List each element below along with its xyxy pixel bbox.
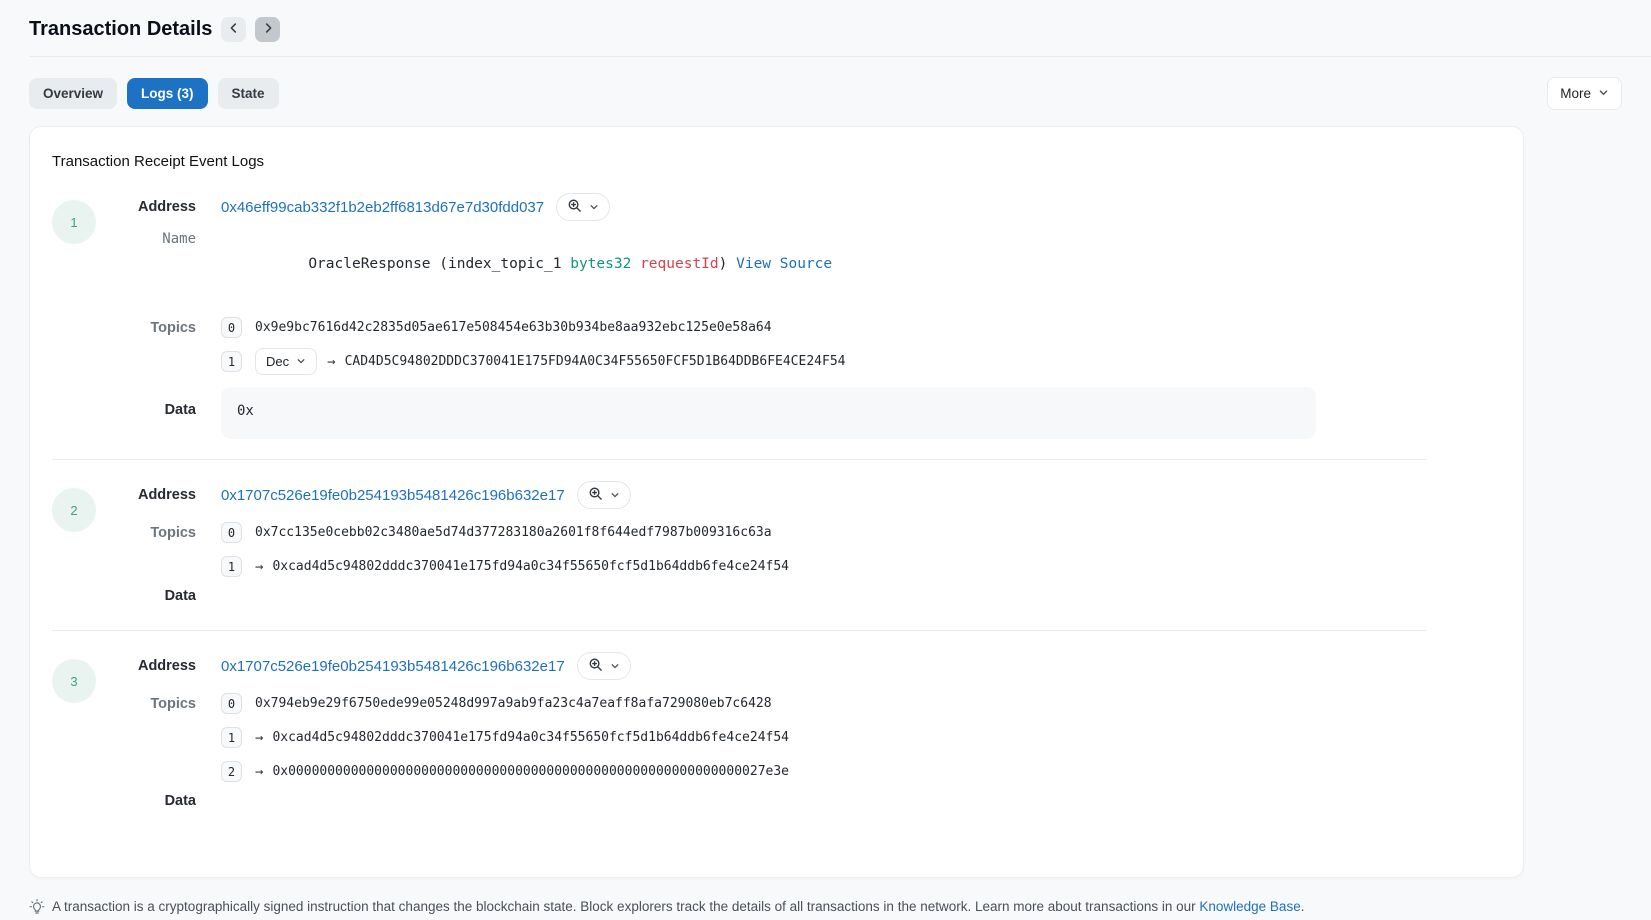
more-label: More [1560,86,1591,101]
chevron-down-icon [296,354,306,369]
lightbulb-tip-icon [29,899,45,920]
log-entry-2: 2 Address 0x1707c526e19fe0b254193b548142… [52,480,1523,610]
arrow-right-icon: → [255,559,263,575]
topic-value: 0x794eb9e29f6750ede99e05248d997a9ab9fa23… [255,696,772,711]
event-logs-card: Transaction Receipt Event Logs 1 Address… [29,126,1524,878]
event-param-type: bytes32 [570,256,631,272]
topic-value: 0xcad4d5c94802dddc370041e175fd94a0c34f55… [272,559,789,574]
data-value-box: 0x [221,387,1316,439]
data-label: Data [96,387,196,418]
data-row: Data [96,793,1523,815]
event-signature-text: OracleResponse (index_topic_1 [308,256,570,272]
magnifier-plus-icon [567,198,582,216]
data-label: Data [96,793,196,809]
topics-label: Topics [96,525,196,541]
page-footer: A transaction is a cryptographically sig… [29,898,1622,920]
topic-row: 2 → 0x0000000000000000000000000000000000… [96,758,1523,785]
view-source-link[interactable]: View Source [736,256,832,272]
page-header: Transaction Details [0,0,1651,56]
topic-index-badge: 1 [221,556,242,577]
chevron-left-icon [227,21,241,38]
topic-value: 0x9e9bc7616d42c2835d05ae617e508454e63b30… [255,320,772,335]
arrow-right-icon: → [255,764,263,780]
name-label: Name [96,231,196,247]
magnifier-plus-icon [588,657,603,675]
log-entry-3: 3 Address 0x1707c526e19fe0b254193b548142… [52,651,1523,815]
topic-value: 0x7cc135e0cebb02c3480ae5d74d377283180a26… [255,525,772,540]
topic-value: 0xcad4d5c94802dddc370041e175fd94a0c34f55… [272,730,789,745]
topic-row: 1 → 0xcad4d5c94802dddc370041e175fd94a0c3… [96,724,1523,751]
decoder-selected-value: Dec [266,354,289,369]
address-row: Address 0x1707c526e19fe0b254193b5481426c… [96,651,1523,681]
topic-index-badge: 0 [221,317,242,338]
topics-label: Topics [96,696,196,712]
topic-value: CAD4D5C94802DDDC370041E175FD94A0C34F5565… [345,354,846,369]
event-signature: OracleResponse (index_topic_1 bytes32 re… [221,231,832,297]
topic-row: Topics 0 0x7cc135e0cebb02c3480ae5d74d377… [96,519,1523,546]
chevron-right-icon [261,21,275,38]
data-row: Data 0x [96,387,1523,439]
topic-row: 1 → 0xcad4d5c94802dddc370041e175fd94a0c3… [96,553,1523,580]
log-address-link[interactable]: 0x46eff99cab332f1b2eb2ff6813d67e7d30fdd0… [221,199,544,216]
topic-row: Topics 0 0x9e9bc7616d42c2835d05ae617e508… [96,314,1523,341]
address-row: Address 0x1707c526e19fe0b254193b5481426c… [96,480,1523,510]
arrow-right-icon: → [327,354,335,370]
log-address-link[interactable]: 0x1707c526e19fe0b254193b5481426c196b632e… [221,658,565,675]
address-row: Address 0x46eff99cab332f1b2eb2ff6813d67e… [96,192,1523,222]
next-transaction-button[interactable] [255,17,280,42]
arrow-right-icon: → [255,730,263,746]
header-divider [29,56,1651,57]
address-zoom-dropdown-button[interactable] [577,652,631,680]
topic-index-badge: 2 [221,761,242,782]
prev-transaction-button[interactable] [221,17,246,42]
topic-row: 1 Dec → CAD4D5C94802DDDC370041E175FD94A0… [96,348,1523,375]
topics-label: Topics [96,320,196,336]
topic-decoder-dropdown[interactable]: Dec [255,348,317,375]
topic-index-badge: 0 [221,693,242,714]
log-index-badge: 2 [52,488,96,532]
log-index-badge: 1 [52,200,96,244]
card-title: Transaction Receipt Event Logs [52,153,1523,170]
log-index-badge: 3 [52,659,96,703]
data-label: Data [96,588,196,604]
topic-value: 0x00000000000000000000000000000000000000… [272,764,789,779]
log-entry-1: 1 Address 0x46eff99cab332f1b2eb2ff6813d6… [52,192,1523,439]
footer-text: A transaction is a cryptographically sig… [52,898,1304,916]
tab-overview[interactable]: Overview [29,78,117,109]
topic-index-badge: 1 [221,727,242,748]
chevron-down-icon [610,488,620,503]
data-row: Data [96,588,1523,610]
address-label: Address [96,199,196,215]
address-zoom-dropdown-button[interactable] [556,193,610,221]
knowledge-base-link[interactable]: Knowledge Base [1199,899,1300,914]
name-row: Name OracleResponse (index_topic_1 bytes… [96,231,1523,297]
chevron-down-icon [1598,86,1609,101]
tab-bar: Overview Logs (3) State More [29,77,1622,110]
address-zoom-dropdown-button[interactable] [577,481,631,509]
address-label: Address [96,487,196,503]
address-label: Address [96,658,196,674]
log-divider [52,459,1426,460]
magnifier-plus-icon [588,486,603,504]
tab-state[interactable]: State [218,78,279,109]
event-param-name: requestId [640,256,719,272]
log-divider [52,630,1426,631]
topic-row: Topics 0 0x794eb9e29f6750ede99e05248d997… [96,690,1523,717]
tab-group: Overview Logs (3) State [29,78,279,109]
tab-logs[interactable]: Logs (3) [127,78,208,109]
more-dropdown-button[interactable]: More [1547,77,1622,110]
log-address-link[interactable]: 0x1707c526e19fe0b254193b5481426c196b632e… [221,487,565,504]
chevron-down-icon [610,659,620,674]
chevron-down-icon [589,200,599,215]
topic-index-badge: 0 [221,522,242,543]
topic-index-badge: 1 [221,351,242,372]
page-title: Transaction Details [29,15,212,43]
